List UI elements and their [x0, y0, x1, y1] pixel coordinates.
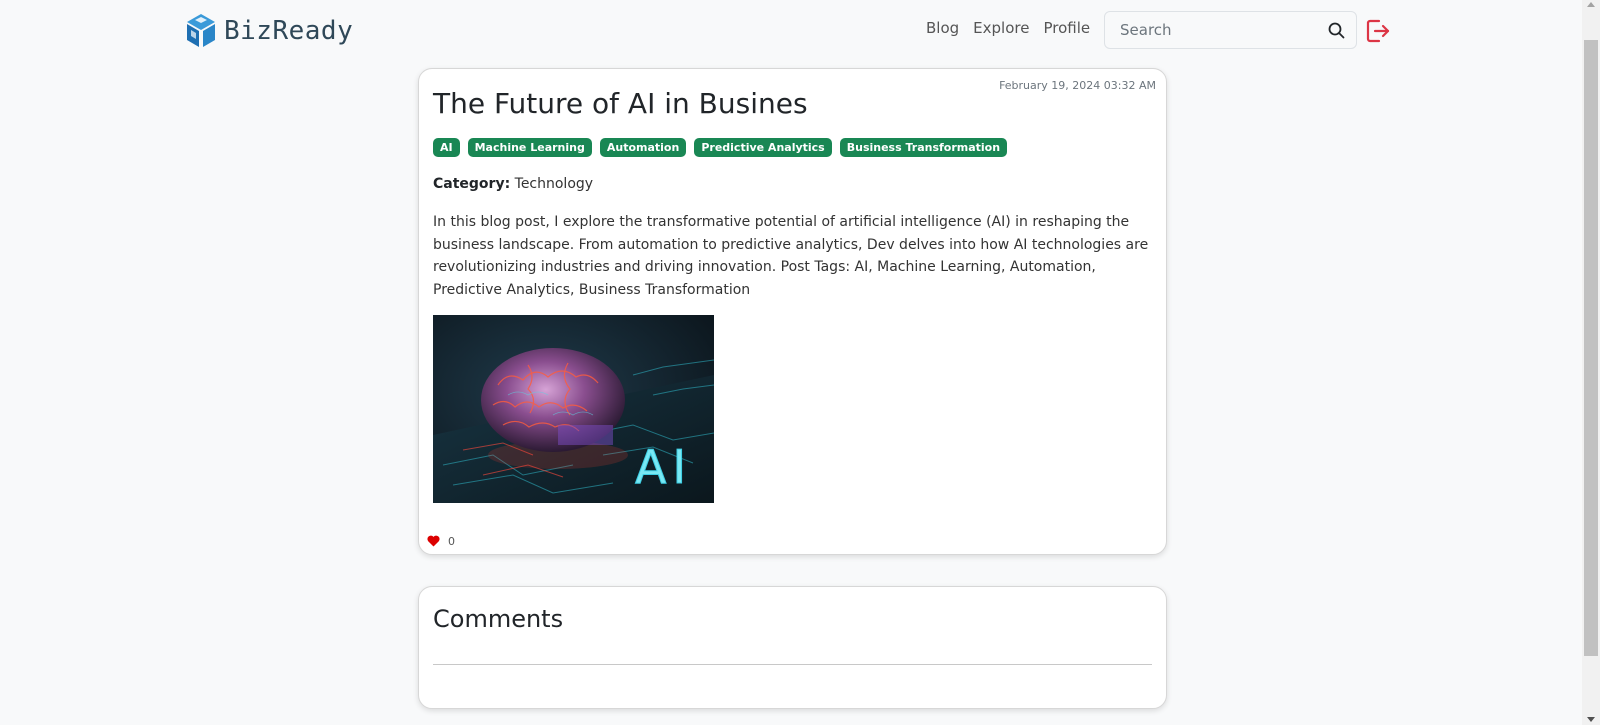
- comments-title: Comments: [433, 605, 564, 633]
- tag-badge[interactable]: AI: [433, 138, 460, 157]
- post-image: AI: [433, 315, 714, 503]
- nav-link-explore[interactable]: Explore: [973, 19, 1029, 37]
- comments-divider: [433, 664, 1152, 665]
- nav-link-blog[interactable]: Blog: [926, 19, 959, 37]
- brand[interactable]: BizReady: [184, 12, 353, 50]
- ai-brain-image: AI: [433, 315, 714, 503]
- search-box: [1104, 11, 1357, 49]
- cube-logo-icon: [187, 14, 215, 47]
- tag-badge[interactable]: Machine Learning: [467, 138, 592, 157]
- nav-links: Blog Explore Profile: [926, 19, 1090, 37]
- heart-icon: [427, 535, 440, 547]
- scroll-thumb[interactable]: [1584, 40, 1598, 656]
- search-icon: [1328, 22, 1344, 38]
- logout-button[interactable]: [1365, 18, 1391, 44]
- post-body: In this blog post, I explore the transfo…: [433, 214, 1149, 298]
- post-card: February 19, 2024 03:32 AM The Future of…: [418, 68, 1167, 555]
- likes: 0: [427, 532, 455, 551]
- nav-link-profile[interactable]: Profile: [1043, 19, 1090, 37]
- search-button[interactable]: [1316, 12, 1356, 48]
- scroll-down-arrow-icon[interactable]: [1587, 717, 1595, 722]
- like-count: 0: [448, 535, 455, 548]
- category-value: Technology: [514, 176, 594, 192]
- logout-icon: [1366, 19, 1390, 43]
- comments-card: Comments: [418, 586, 1167, 709]
- tag-badge[interactable]: Predictive Analytics: [694, 138, 832, 157]
- like-button[interactable]: [427, 532, 440, 551]
- category-label: Category:: [433, 176, 511, 192]
- post-category: Category: Technology: [433, 176, 593, 192]
- navbar: BizReady Blog Explore Profile: [0, 0, 1582, 58]
- tag-badge[interactable]: Business Transformation: [839, 138, 1008, 157]
- search-input[interactable]: [1105, 21, 1316, 39]
- tag-list: AI Machine Learning Automation Predictiv…: [433, 138, 1008, 157]
- brand-name: BizReady: [224, 16, 354, 46]
- scroll-up-arrow-icon[interactable]: [1587, 2, 1595, 7]
- post-date: February 19, 2024 03:32 AM: [999, 79, 1156, 92]
- tag-badge[interactable]: Automation: [599, 138, 687, 157]
- post-title: The Future of AI in Busines: [433, 87, 808, 120]
- ai-image-text: AI: [635, 440, 692, 494]
- scrollbar[interactable]: [1582, 0, 1600, 725]
